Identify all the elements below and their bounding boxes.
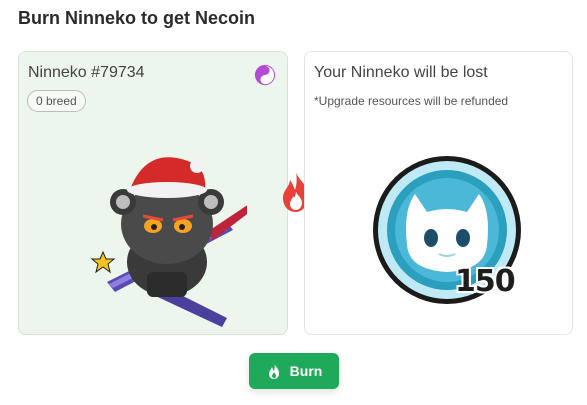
- ninneko-character-image: [90, 157, 247, 327]
- page-title: Burn Ninneko to get Necoin: [18, 8, 256, 28]
- coin-amount: 150: [454, 263, 517, 300]
- breed-badge: 0 breed: [27, 90, 86, 112]
- lost-title: Your Ninneko will be lost: [314, 64, 488, 81]
- fire-icon: [268, 363, 279, 379]
- ninneko-card: Ninneko #79734 0 breed: [18, 51, 288, 335]
- reward-card: Your Ninneko will be lost *Upgrade resou…: [304, 51, 573, 335]
- burn-button-label: Burn: [289, 363, 323, 379]
- burn-button[interactable]: Burn: [249, 353, 339, 389]
- ninneko-name: Ninneko #79734: [28, 64, 145, 81]
- yin-yang-icon: [254, 64, 276, 86]
- refund-note: *Upgrade resources will be refunded: [314, 94, 509, 108]
